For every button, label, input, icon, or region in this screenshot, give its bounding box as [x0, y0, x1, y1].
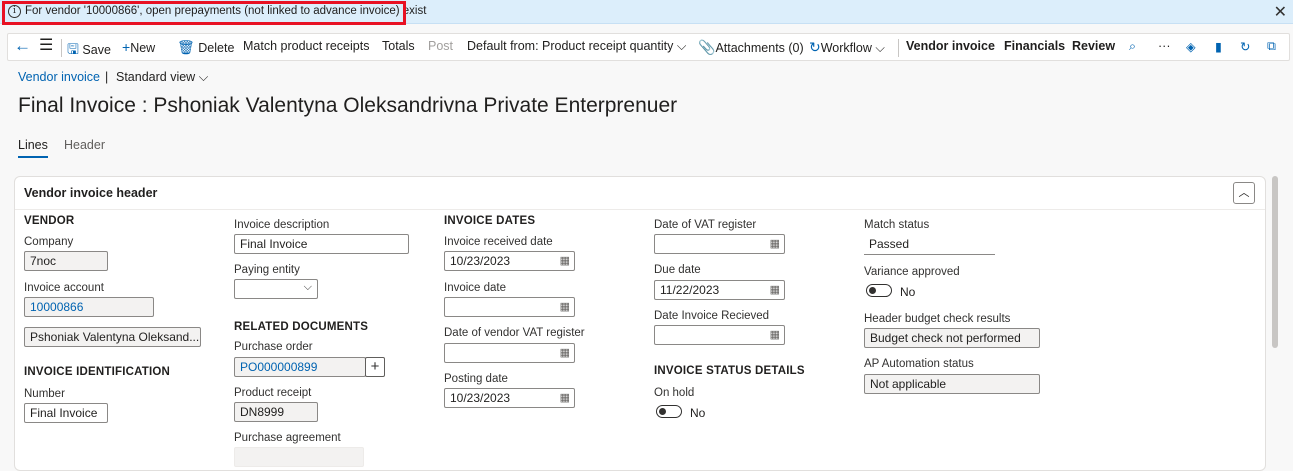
page-title: Final Invoice : Pshoniak Valentyna Oleks…: [18, 94, 678, 117]
match-status-label: Match status: [864, 219, 930, 231]
invoice-received-date-label: Invoice received date: [444, 236, 553, 248]
ap-automation-status-label: AP Automation status: [864, 358, 974, 370]
invoice-account-field[interactable]: 10000866: [24, 297, 154, 317]
related-documents-title: RELATED DOCUMENTS: [234, 321, 369, 333]
search-icon[interactable]: ⌕: [1129, 39, 1136, 54]
vertical-scrollbar[interactable]: [1272, 176, 1278, 348]
vat-register-date-field[interactable]: ▦: [654, 234, 785, 254]
number-field[interactable]: Final Invoice: [24, 403, 108, 423]
more-icon[interactable]: ···: [1158, 39, 1171, 53]
calendar-icon[interactable]: ▦: [560, 391, 570, 404]
invoice-date-label: Invoice date: [444, 282, 507, 294]
paying-entity-select[interactable]: ⌵: [234, 279, 318, 299]
notification-highlight: [2, 1, 406, 25]
chevron-down-icon: ⌵: [303, 281, 312, 293]
totals-button[interactable]: Totals: [382, 39, 415, 53]
calendar-icon[interactable]: ▦: [560, 346, 570, 359]
vendor-name-field[interactable]: Pshoniak Valentyna Oleksand...: [24, 327, 201, 347]
variance-approved-toggle[interactable]: [866, 284, 892, 297]
workflow-dropdown[interactable]: ↻Workflow ⌵: [809, 39, 885, 56]
default-from-dropdown[interactable]: Default from: Product receipt quantity ⌵: [467, 39, 686, 54]
menu-icon[interactable]: ☰: [39, 35, 53, 55]
date-invoice-recieved-label: Date Invoice Recieved: [654, 310, 770, 322]
plus-icon: +: [122, 39, 131, 55]
collapse-button[interactable]: ︿: [1233, 182, 1255, 204]
review-tab[interactable]: Review: [1072, 39, 1115, 53]
budget-check-field[interactable]: Budget check not performed: [864, 328, 1040, 348]
vendor-invoice-tab[interactable]: Vendor invoice: [906, 39, 995, 53]
chevron-down-icon: ⌵: [676, 39, 687, 53]
vendor-invoice-header-card: Vendor invoice header ︿ VENDOR Company 7…: [14, 176, 1266, 471]
purchase-order-field[interactable]: PO000000899: [234, 357, 366, 377]
purchase-agreement-field[interactable]: [234, 447, 364, 467]
add-purchase-order-button[interactable]: +: [365, 357, 385, 377]
open-new-window-icon[interactable]: ⧉: [1267, 39, 1276, 54]
breadcrumb-vendor-invoice[interactable]: Vendor invoice: [18, 70, 100, 84]
invoice-description-label: Invoice description: [234, 219, 330, 231]
paying-entity-label: Paying entity: [234, 264, 300, 276]
office-icon[interactable]: ▮: [1215, 39, 1222, 54]
attachments-button[interactable]: 📎Attachments (0): [698, 39, 804, 56]
back-icon[interactable]: ←: [14, 36, 31, 56]
due-date-field[interactable]: 11/22/2023 ▦: [654, 280, 785, 300]
tab-header[interactable]: Header: [64, 138, 105, 152]
on-hold-value: No: [690, 406, 706, 420]
product-receipt-label: Product receipt: [234, 387, 312, 399]
calendar-icon[interactable]: ▦: [770, 237, 780, 250]
match-status-field: Passed: [864, 235, 995, 255]
invoice-description-field[interactable]: Final Invoice: [234, 234, 409, 254]
save-icon: 🖫: [67, 41, 79, 57]
company-label: Company: [24, 236, 74, 248]
power-apps-icon[interactable]: ◈: [1186, 39, 1196, 54]
chevron-down-icon: ⌵: [875, 41, 885, 55]
chevron-down-icon: ⌵: [198, 70, 209, 84]
invoice-received-date-field[interactable]: 10/23/2023 ▦: [444, 251, 575, 271]
vendor-vat-register-field[interactable]: ▦: [444, 343, 575, 363]
due-date-label: Due date: [654, 264, 701, 276]
workflow-icon: ↻: [809, 39, 821, 55]
company-field[interactable]: 7noc: [24, 251, 108, 271]
calendar-icon[interactable]: ▦: [770, 328, 780, 341]
action-pane: ← ☰ 🖫 Save +New 🗑 Delete Match product r…: [7, 33, 1290, 61]
variance-approved-value: No: [900, 285, 916, 299]
date-invoice-recieved-field[interactable]: ▦: [654, 325, 785, 345]
vat-register-date-label: Date of VAT register: [654, 219, 757, 231]
calendar-icon[interactable]: ▦: [770, 283, 780, 296]
invoice-status-details-title: INVOICE STATUS DETAILS: [654, 365, 805, 377]
budget-check-label: Header budget check results: [864, 313, 1011, 325]
vendor-vat-register-label: Date of vendor VAT register: [444, 327, 585, 339]
invoice-identification-title: INVOICE IDENTIFICATION: [24, 366, 171, 378]
calendar-icon[interactable]: ▦: [560, 254, 570, 267]
posting-date-field[interactable]: 10/23/2023 ▦: [444, 388, 575, 408]
purchase-agreement-label: Purchase agreement: [234, 432, 341, 444]
variance-approved-label: Variance approved: [864, 266, 960, 278]
financials-tab[interactable]: Financials: [1004, 39, 1065, 53]
purchase-order-label: Purchase order: [234, 341, 313, 353]
card-title: Vendor invoice header: [24, 186, 158, 200]
invoice-dates-title: INVOICE DATES: [444, 215, 536, 227]
save-button[interactable]: 🖫 Save: [67, 39, 111, 63]
number-label: Number: [24, 388, 65, 400]
invoice-account-label: Invoice account: [24, 282, 104, 294]
product-receipt-field[interactable]: DN8999: [234, 402, 318, 422]
paperclip-icon: 📎: [698, 39, 716, 55]
vendor-group-title: VENDOR: [24, 215, 75, 227]
close-icon[interactable]: ✕: [1274, 2, 1287, 22]
view-selector[interactable]: Standard view ⌵: [116, 70, 208, 85]
delete-button[interactable]: 🗑 Delete: [177, 39, 234, 56]
trash-icon: 🗑: [177, 39, 195, 55]
breadcrumb-separator: |: [105, 70, 109, 84]
on-hold-label: On hold: [654, 387, 695, 399]
on-hold-toggle[interactable]: [656, 405, 682, 418]
ap-automation-status-field[interactable]: Not applicable: [864, 374, 1040, 394]
refresh-icon[interactable]: ↻: [1240, 39, 1250, 54]
new-button[interactable]: +New: [122, 39, 155, 55]
posting-date-label: Posting date: [444, 373, 508, 385]
invoice-date-field[interactable]: ▦: [444, 297, 575, 317]
post-button[interactable]: Post: [428, 39, 453, 53]
match-product-receipts-button[interactable]: Match product receipts: [243, 39, 369, 53]
calendar-icon[interactable]: ▦: [560, 300, 570, 313]
tab-lines[interactable]: Lines: [18, 138, 48, 158]
